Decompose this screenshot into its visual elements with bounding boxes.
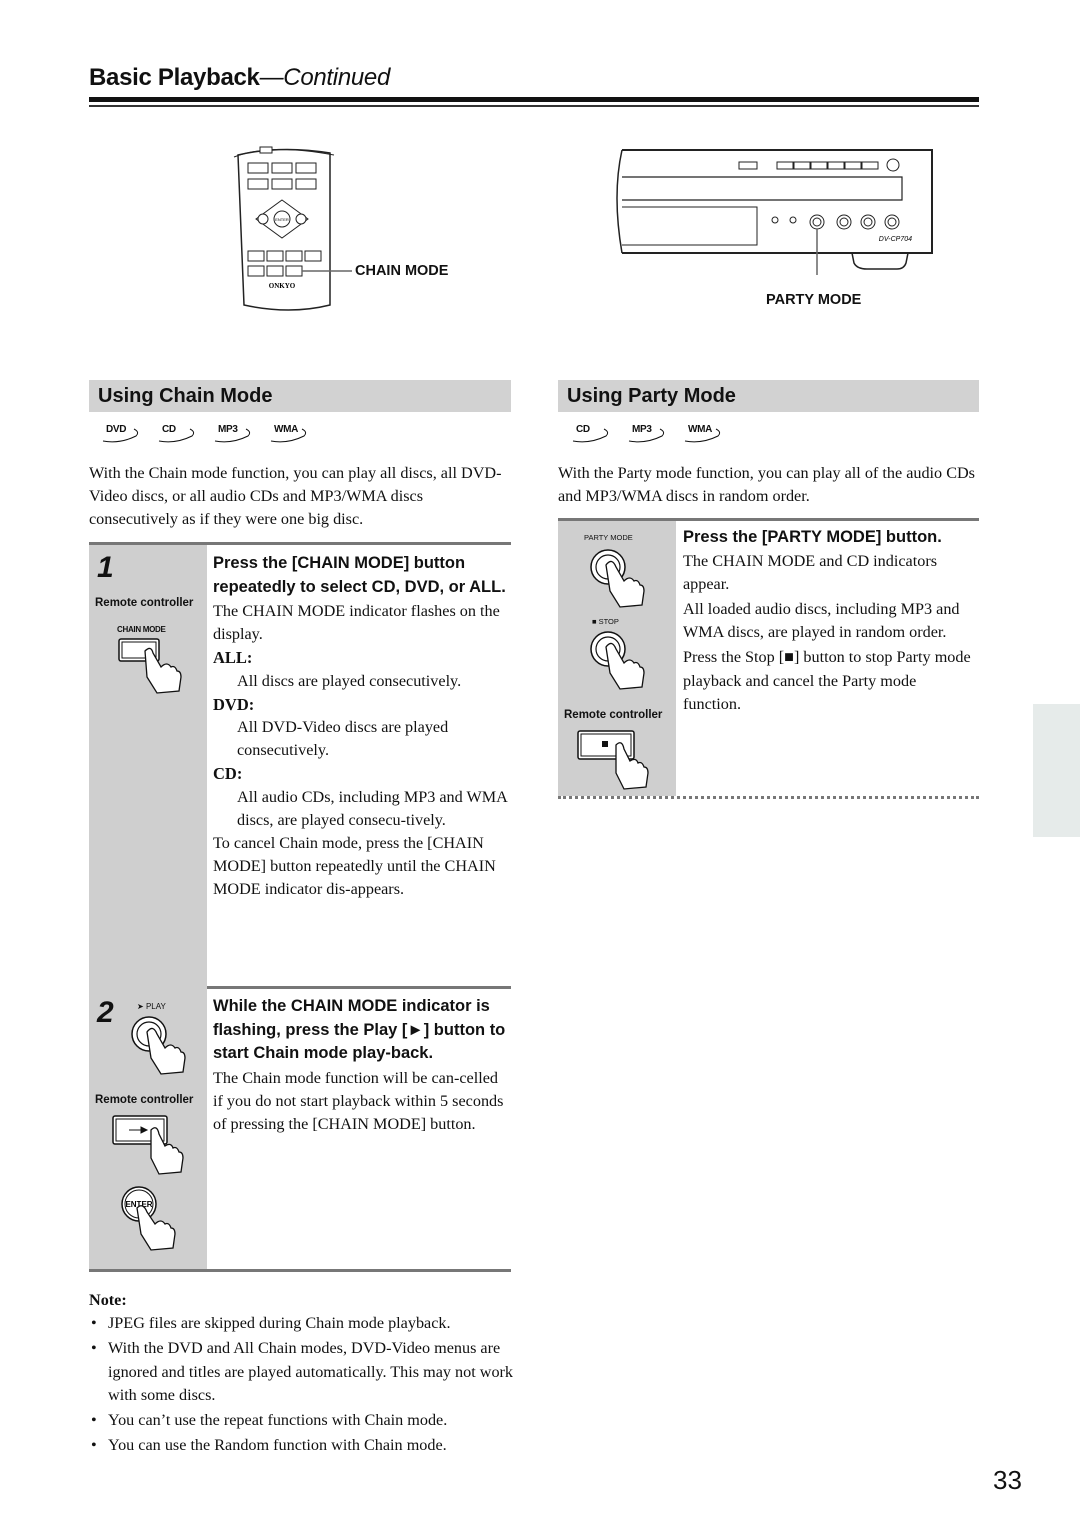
play-label: ➤ PLAY	[137, 1002, 166, 1011]
page-header: Basic Playback—Continued	[89, 64, 390, 92]
dvd-player-illustration: DV-CP704	[616, 149, 933, 275]
disc-badge-cd: CD	[570, 424, 614, 444]
option-dvd-key: DVD:	[213, 694, 255, 714]
party-step-paragraph: Press the Stop [■] button to stop Party …	[683, 648, 971, 713]
header-rule-thin	[89, 105, 979, 107]
party-step: PARTY MODE ■ STOP Remote controller Pres…	[558, 518, 979, 799]
stop-button-label: ■ STOP	[592, 617, 619, 626]
option-cd-key: CD:	[213, 764, 243, 784]
chain-mode-callout: CHAIN MODE	[355, 263, 449, 279]
step-2-content: While the CHAIN MODE indicator is flashi…	[213, 995, 508, 1136]
section-heading-chain-mode: Using Chain Mode	[89, 380, 511, 412]
brand-logo: ONKYO	[269, 282, 296, 290]
note-item: JPEG files are skipped during Chain mode…	[89, 1312, 514, 1336]
step-2-description: The Chain mode function will be can-cell…	[213, 1068, 504, 1133]
header-continued: —Continued	[259, 64, 391, 91]
remote-play-button-press-icon	[112, 1115, 184, 1175]
party-mode-button-label: PARTY MODE	[584, 533, 633, 542]
disc-badge-cd: CD	[156, 424, 200, 444]
party-step-heading: Press the [PARTY MODE] button.	[683, 528, 942, 546]
disc-badge-dvd: DVD	[100, 424, 144, 444]
chain-mode-button-label: CHAIN MODE	[117, 625, 166, 634]
section-heading-party-mode: Using Party Mode	[558, 380, 979, 412]
option-all-text: All discs are played consecutively.	[237, 671, 462, 690]
stop-button-press-icon	[590, 631, 645, 690]
party-mode-callout: PARTY MODE	[766, 292, 862, 308]
remote-control-illustration: ENTER ONKYO	[233, 146, 352, 311]
party-step-paragraph: All loaded audio discs, including MP3 an…	[683, 599, 960, 642]
step-1-icon-panel: 1 Remote controller CHAIN MODE	[89, 545, 207, 986]
note-item: You can’t use the repeat functions with …	[89, 1409, 514, 1433]
party-intro-text: With the Party mode function, you can pl…	[558, 464, 975, 505]
step-1-content: Press the [CHAIN MODE] button repeatedly…	[213, 552, 508, 902]
chain-disc-badges: DVD CD MP3 WMA	[100, 424, 312, 444]
step-2-icon-panel: 2 ➤ PLAY Remote controller ENTER	[89, 986, 207, 1269]
chain-mode-button-press-icon	[118, 638, 182, 694]
remote-controller-label: Remote controller	[95, 597, 194, 609]
remote-controller-label: Remote controller	[564, 709, 663, 721]
chapter-side-tab	[1033, 704, 1080, 837]
step-1-heading: Press the [CHAIN MODE] button repeatedly…	[213, 554, 506, 596]
party-step-icon-panel: PARTY MODE ■ STOP Remote controller	[558, 521, 676, 796]
header-title: Basic Playback	[89, 64, 260, 91]
svg-text:ENTER: ENTER	[275, 217, 289, 222]
disc-badge-mp3: MP3	[212, 424, 256, 444]
enter-button-press-icon: ENTER	[121, 1186, 176, 1251]
option-all-key: ALL:	[213, 648, 253, 668]
chain-intro-text: With the Chain mode function, you can pl…	[89, 464, 502, 528]
party-mode-button-press-icon	[590, 549, 645, 608]
party-step-paragraph: The CHAIN MODE and CD indicators appear.	[683, 551, 938, 593]
player-model-label: DV-CP704	[879, 236, 912, 243]
option-dvd-text: All DVD-Video discs are played consecuti…	[237, 718, 449, 760]
disc-badge-wma: WMA	[268, 424, 312, 444]
notes-title: Note:	[89, 1291, 127, 1309]
step-1-description: The CHAIN MODE indicator flashes on the …	[213, 602, 500, 644]
remote-stop-button-press-icon	[577, 730, 649, 790]
page-number: 33	[993, 1465, 1022, 1495]
chain-notes: Note: JPEG files are skipped during Chai…	[89, 1289, 514, 1459]
step-2-heading: While the CHAIN MODE indicator is flashi…	[213, 997, 506, 1062]
party-disc-badges: CD MP3 WMA	[570, 424, 726, 444]
remote-controller-label: Remote controller	[95, 1094, 194, 1106]
note-item: You can use the Random function with Cha…	[89, 1434, 514, 1458]
chain-step-2: 2 ➤ PLAY Remote controller ENTER While t…	[89, 986, 511, 1272]
disc-badge-mp3: MP3	[626, 424, 670, 444]
play-button-press-icon	[131, 1016, 186, 1075]
cancel-instructions: To cancel Chain mode, press the [CHAIN M…	[213, 834, 496, 899]
step-number: 1	[97, 551, 114, 584]
party-step-content: Press the [PARTY MODE] button. The CHAIN…	[683, 526, 978, 716]
header-rule-thick	[89, 97, 979, 102]
chain-step-1: 1 Remote controller CHAIN MODE Press the…	[89, 542, 511, 989]
step-number: 2	[97, 996, 114, 1029]
note-item: With the DVD and All Chain modes, DVD-Vi…	[89, 1337, 514, 1408]
option-cd-text: All audio CDs, including MP3 and WMA dis…	[237, 787, 507, 829]
disc-badge-wma: WMA	[682, 424, 726, 444]
